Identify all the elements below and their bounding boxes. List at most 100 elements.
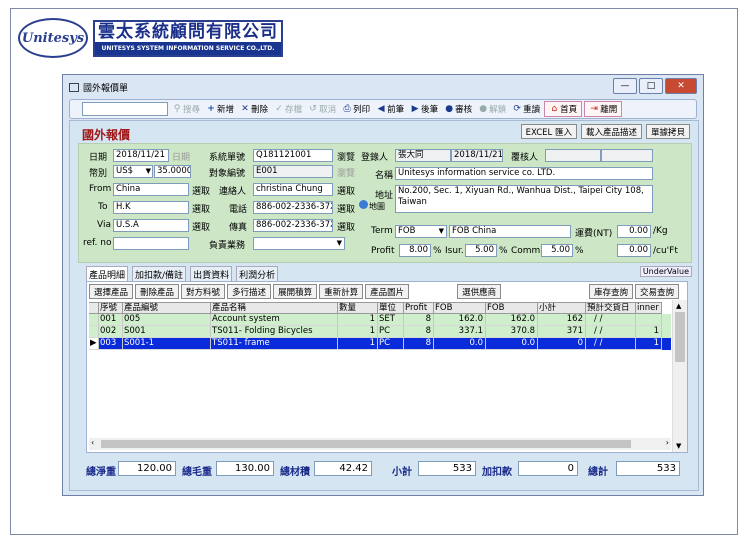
maximize-button[interactable]: □: [639, 78, 663, 94]
multiline-description-button[interactable]: 多行描述: [227, 284, 272, 299]
chevron-right-icon[interactable]: ›: [666, 438, 669, 447]
load-description-button[interactable]: 載入產品描述: [580, 124, 642, 139]
object-no-browse-button[interactable]: 瀏覽: [337, 166, 355, 179]
insurance-field[interactable]: 5.00: [465, 244, 497, 257]
fax-select-button[interactable]: 選取: [337, 220, 355, 233]
column-header[interactable]: 預計交貨日: [586, 302, 636, 314]
cell-unit[interactable]: SET: [378, 314, 404, 326]
to-select-button[interactable]: 選取: [192, 202, 210, 215]
via-select-button[interactable]: 選取: [192, 220, 210, 233]
cell-seq[interactable]: 001: [99, 314, 123, 326]
copy-document-button[interactable]: 單據拷貝: [645, 124, 690, 139]
date-field[interactable]: 2018/11/21: [113, 149, 169, 162]
expand-calculation-button[interactable]: 展開積算: [273, 284, 318, 299]
select-product-button[interactable]: 選擇產品: [89, 284, 134, 299]
term-description-field[interactable]: FOB China: [449, 225, 571, 238]
tab-adjustments-notes[interactable]: 加扣款/備註: [132, 266, 187, 282]
cell-seq[interactable]: 002: [99, 326, 123, 338]
cell-fob-cost[interactable]: 162.0: [434, 314, 486, 326]
tab-product-details[interactable]: 產品明細: [86, 266, 129, 282]
contact-field[interactable]: christina Chung: [253, 183, 333, 196]
reload-button[interactable]: ⟳ 重讀: [510, 103, 542, 115]
cell-delivery-date[interactable]: / /: [586, 338, 636, 350]
commission-field[interactable]: 5.00: [541, 244, 573, 257]
cell-product-no[interactable]: S001-1: [123, 338, 211, 350]
column-header[interactable]: inner: [636, 302, 662, 314]
profit-field[interactable]: 8.00: [399, 244, 431, 257]
cell-fob-price[interactable]: 370.8: [486, 326, 538, 338]
from-field[interactable]: China: [113, 183, 189, 196]
column-header[interactable]: 序號: [99, 302, 123, 314]
via-field[interactable]: U.S.A: [113, 219, 189, 232]
tab-shipping-info[interactable]: 出貨資料: [190, 266, 233, 282]
column-header[interactable]: Profit: [404, 302, 434, 314]
vertical-scrollbar[interactable]: ▲ ▼: [672, 300, 687, 452]
cell-inner[interactable]: 1: [636, 338, 662, 350]
to-field[interactable]: H.K: [113, 201, 189, 214]
cell-delivery-date[interactable]: / /: [586, 326, 636, 338]
transaction-query-button[interactable]: 交易查詢: [634, 284, 679, 299]
phone-field[interactable]: 886-002-2336-37XX: [253, 201, 333, 214]
table-row[interactable]: 001 005 Account system 1 SET 8 162.0 162…: [89, 314, 671, 326]
cell-fob-price[interactable]: 0.0: [486, 338, 538, 350]
tab-profit-analysis[interactable]: 利潤分析: [236, 266, 279, 282]
fax-field[interactable]: 886-002-2336-37XX: [253, 219, 333, 232]
cancel-button[interactable]: ↺ 取消: [306, 103, 338, 115]
search-button[interactable]: ⚲ 搜尋: [170, 103, 202, 115]
table-row[interactable]: 002 S001 TS011- Folding Bicycles 1 PC 8 …: [89, 326, 671, 338]
review-button[interactable]: ● 審核: [442, 103, 474, 115]
column-header[interactable]: 產品名稱: [211, 302, 338, 314]
name-field[interactable]: Unitesys information service co. LTD.: [395, 167, 653, 180]
sales-rep-select[interactable]: ▼: [253, 237, 345, 250]
freight-field[interactable]: 0.00: [617, 225, 651, 238]
cell-profit[interactable]: 8: [404, 314, 434, 326]
cell-product-no[interactable]: S001: [123, 326, 211, 338]
exchange-rate-field[interactable]: 35.0000: [154, 165, 191, 178]
close-button[interactable]: ✕: [665, 78, 697, 94]
excel-import-button[interactable]: EXCEL 匯入: [520, 124, 577, 139]
previous-record-button[interactable]: ◀ 前筆: [374, 103, 406, 115]
cell-subtotal[interactable]: 371: [538, 326, 586, 338]
delete-button[interactable]: ✕ 刪除: [238, 103, 270, 115]
cell-profit[interactable]: 8: [404, 338, 434, 350]
cell-quantity[interactable]: 1: [338, 338, 378, 350]
cell-quantity[interactable]: 1: [338, 326, 378, 338]
search-input[interactable]: [82, 102, 168, 116]
recalculate-button[interactable]: 重新計算: [319, 284, 364, 299]
cell-quantity[interactable]: 1: [338, 314, 378, 326]
exit-button[interactable]: ⇥ 離開: [584, 101, 623, 117]
print-button[interactable]: ⎙ 列印: [340, 103, 372, 115]
cell-product-name[interactable]: Account system: [211, 314, 338, 326]
column-header[interactable]: FOB: [434, 302, 486, 314]
chevron-down-icon[interactable]: ▼: [676, 442, 681, 450]
contact-select-button[interactable]: 選取: [337, 184, 355, 197]
cell-inner[interactable]: [636, 314, 662, 326]
save-button[interactable]: ✓ 存檔: [272, 103, 304, 115]
object-no-field[interactable]: E001: [253, 165, 333, 178]
inventory-query-button[interactable]: 庫存查詢: [588, 284, 633, 299]
horizontal-scrollbar[interactable]: ‹ ›: [89, 438, 671, 450]
address-field[interactable]: No.200, Sec. 1, Xiyuan Rd., Wanhua Dist.…: [395, 185, 653, 213]
table-row-selected[interactable]: ▶ 003 S001-1 TS011- frame 1 PC 8 0.0 0.0…: [89, 338, 671, 350]
delete-product-button[interactable]: 刪除產品: [135, 284, 180, 299]
next-record-button[interactable]: ▶ 後筆: [408, 103, 440, 115]
cell-product-name[interactable]: TS011- Folding Bicycles: [211, 326, 338, 338]
cell-delivery-date[interactable]: / /: [586, 314, 636, 326]
date-picker-button[interactable]: 日期: [172, 150, 190, 163]
cell-unit[interactable]: PC: [378, 338, 404, 350]
cell-product-no[interactable]: 005: [123, 314, 211, 326]
chevron-left-icon[interactable]: ‹: [91, 438, 94, 447]
term-select[interactable]: FOB ▼: [395, 225, 447, 238]
cell-inner[interactable]: 1: [636, 326, 662, 338]
scroll-thumb[interactable]: [675, 312, 685, 362]
undervalue-button[interactable]: UnderValue: [639, 266, 692, 277]
from-select-button[interactable]: 選取: [192, 184, 210, 197]
column-header[interactable]: 數量: [338, 302, 378, 314]
column-header[interactable]: FOB: [486, 302, 538, 314]
select-supplier-button[interactable]: 選供應商: [457, 284, 502, 299]
cell-seq[interactable]: 003: [99, 338, 123, 350]
system-no-field[interactable]: Q181121001: [253, 149, 333, 162]
phone-select-button[interactable]: 選取: [337, 202, 355, 215]
cell-fob-price[interactable]: 162.0: [486, 314, 538, 326]
new-button[interactable]: + 新增: [204, 103, 236, 115]
